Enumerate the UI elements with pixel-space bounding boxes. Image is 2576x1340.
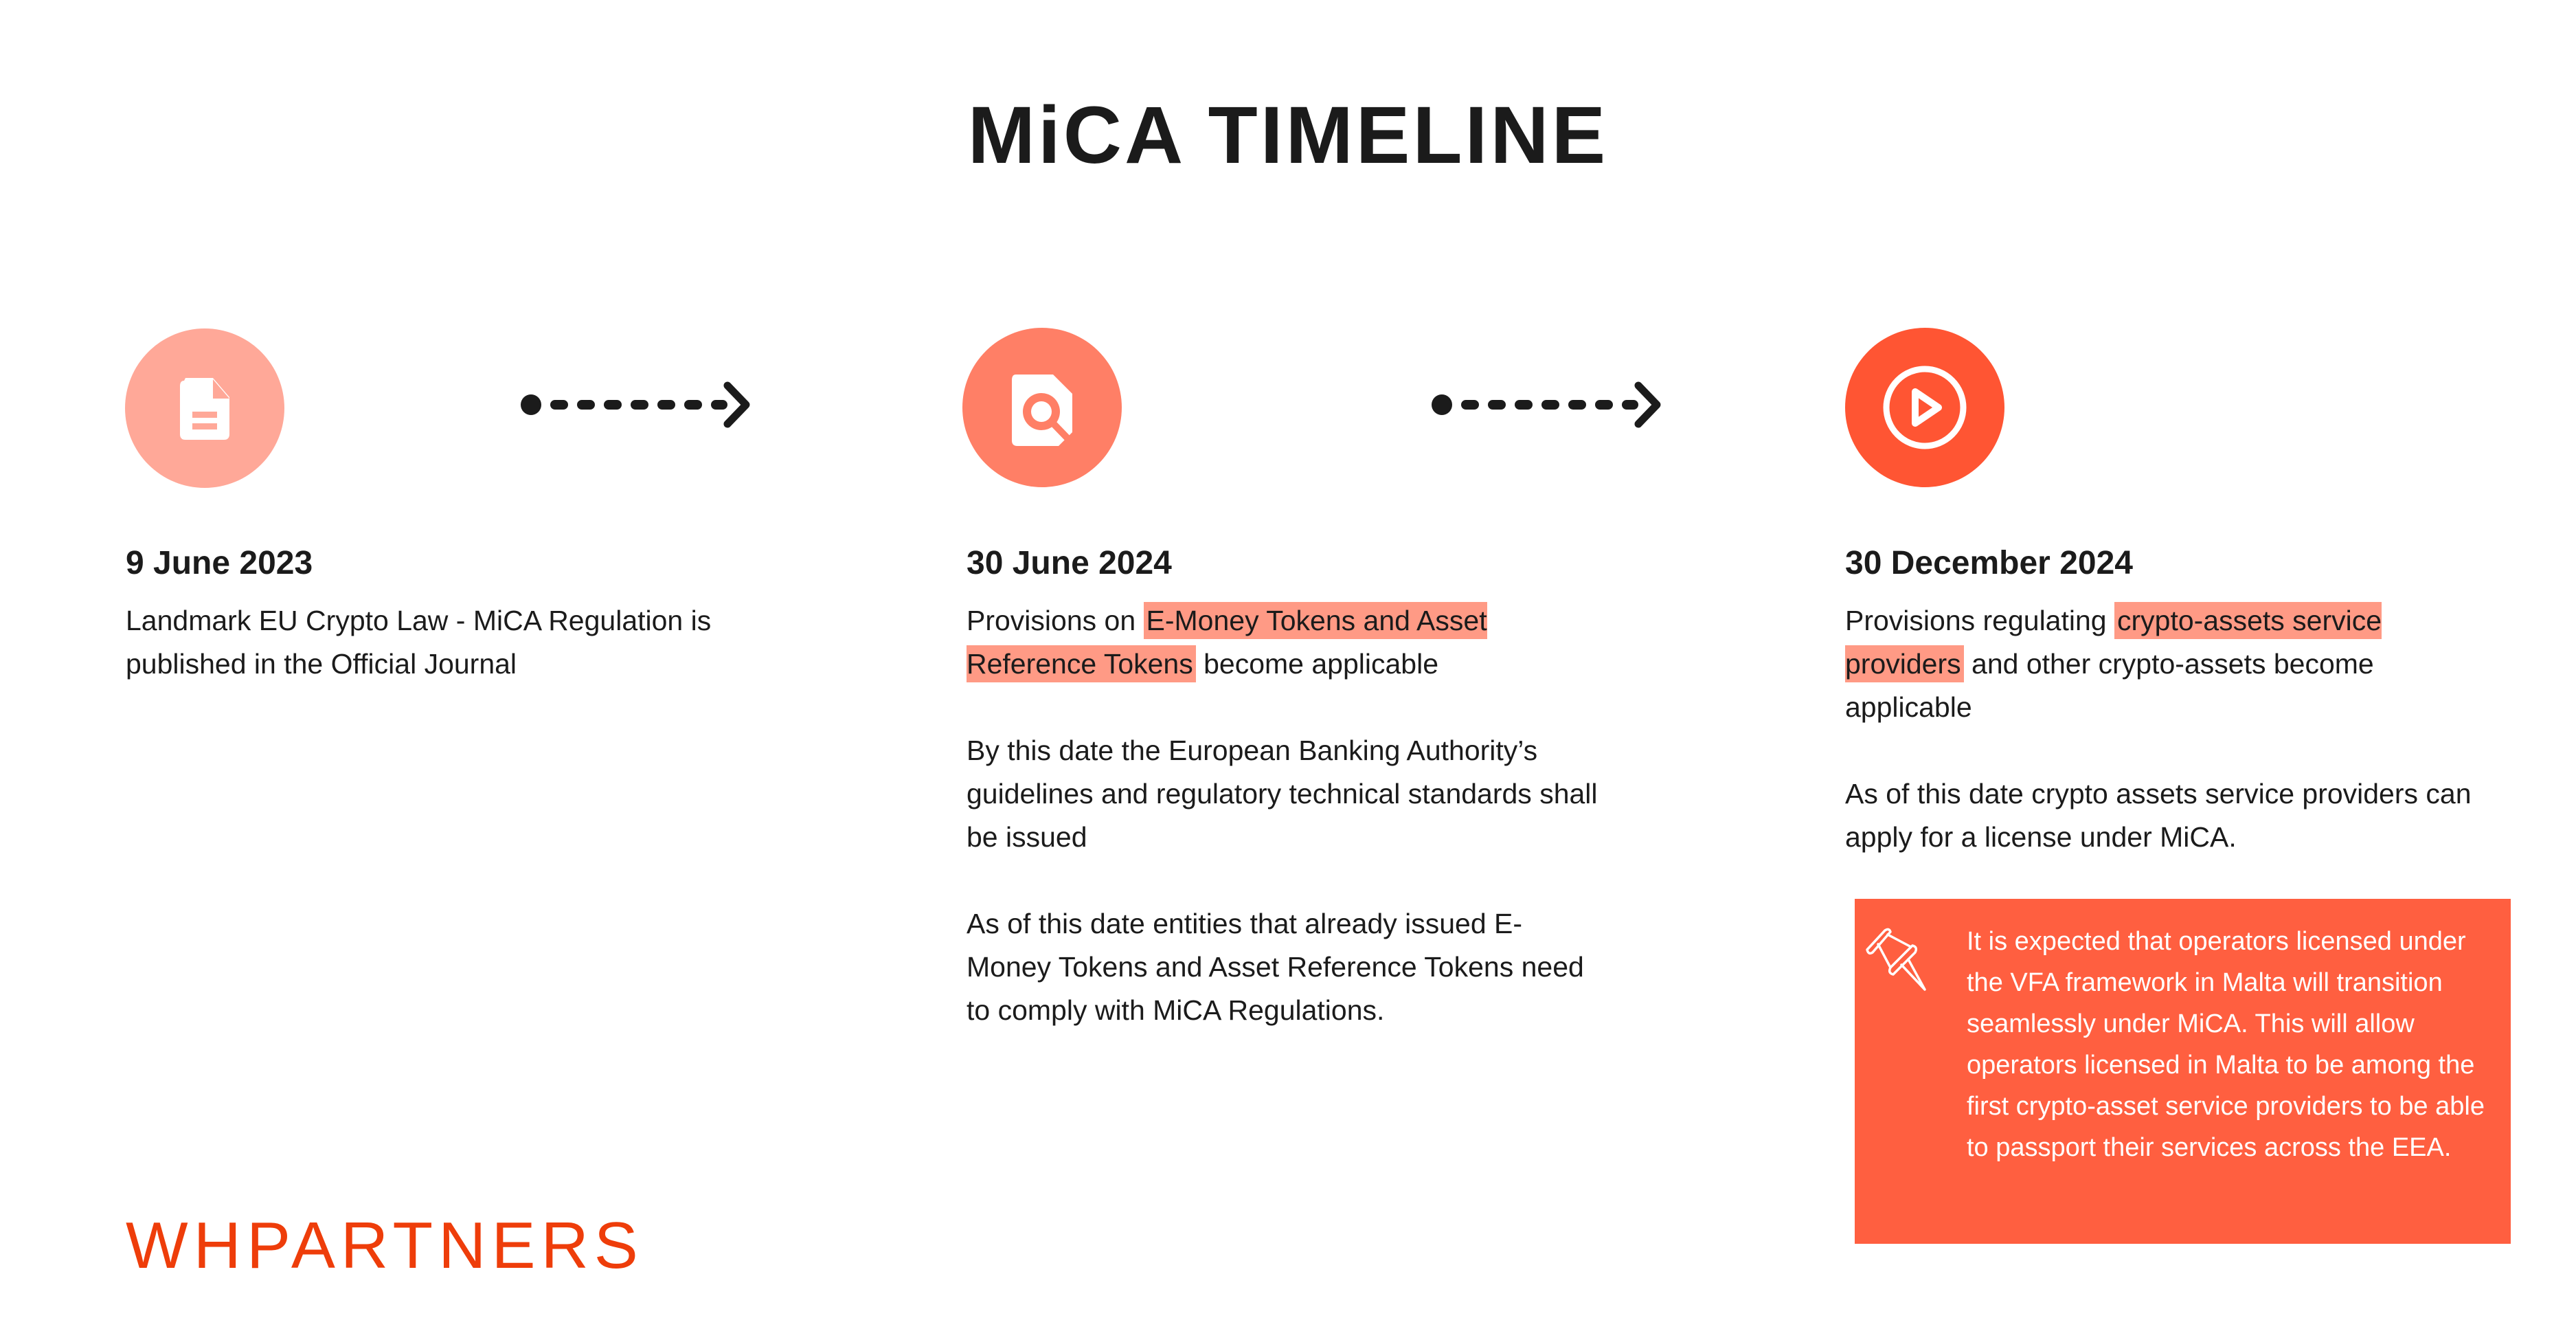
arrow-start-dot [1432,394,1452,415]
document-search-icon [1012,375,1076,447]
step-paragraph: Provisions regulating crypto-assets serv… [1845,599,2505,729]
info-note-box: It is expected that operators licensed u… [1855,899,2511,1244]
paragraph-text: As of this date crypto assets service pr… [1845,778,2472,853]
step-paragraph: Provisions on E-Money Tokens and Asset R… [967,599,1598,686]
chevron-right-icon [1634,381,1661,428]
pushpin-icon [1866,928,1926,991]
paragraph-text: Provisions on [967,605,1144,636]
step-2-icon-circle [962,328,1122,487]
paragraph-text: By this date the European Banking Author… [967,735,1598,853]
page-title: MiCA TIMELINE [967,90,1609,181]
timeline-step-3: 30 December 2024 Provisions regulating c… [1845,543,2505,902]
document-icon [180,378,229,440]
step-paragraph: By this date the European Banking Author… [967,729,1598,859]
play-circle-icon [1883,366,1967,449]
step-paragraph: As of this date entities that already is… [967,902,1598,1032]
step-date: 30 December 2024 [1845,545,2133,581]
paragraph-text: Landmark EU Crypto Law - MiCA Regulation… [126,605,712,680]
step-3-icon-circle [1845,328,2004,487]
chevron-right-icon [723,381,750,428]
paragraph-text: As of this date entities that already is… [967,908,1584,1026]
paragraph-text: Provisions regulating [1845,605,2114,636]
timeline-step-2: 30 June 2024 Provisions on E-Money Token… [967,543,1598,1075]
step-date: 30 June 2024 [967,545,1172,581]
arrow-step-1-to-2 [521,381,750,428]
timeline-step-1: 9 June 2023 Landmark EU Crypto Law - MiC… [126,543,771,729]
paragraph-text: become applicable [1195,648,1439,680]
step-1-icon-circle [125,328,284,488]
step-date: 9 June 2023 [126,545,313,581]
step-paragraph: Landmark EU Crypto Law - MiCA Regulation… [126,599,771,686]
arrow-start-dot [521,394,541,415]
step-paragraph: As of this date crypto assets service pr… [1845,772,2505,859]
note-text: It is expected that operators licensed u… [1967,927,2485,1162]
whpartners-logo: WHPARTNERS [126,1209,644,1282]
arrow-step-2-to-3 [1432,381,1661,428]
